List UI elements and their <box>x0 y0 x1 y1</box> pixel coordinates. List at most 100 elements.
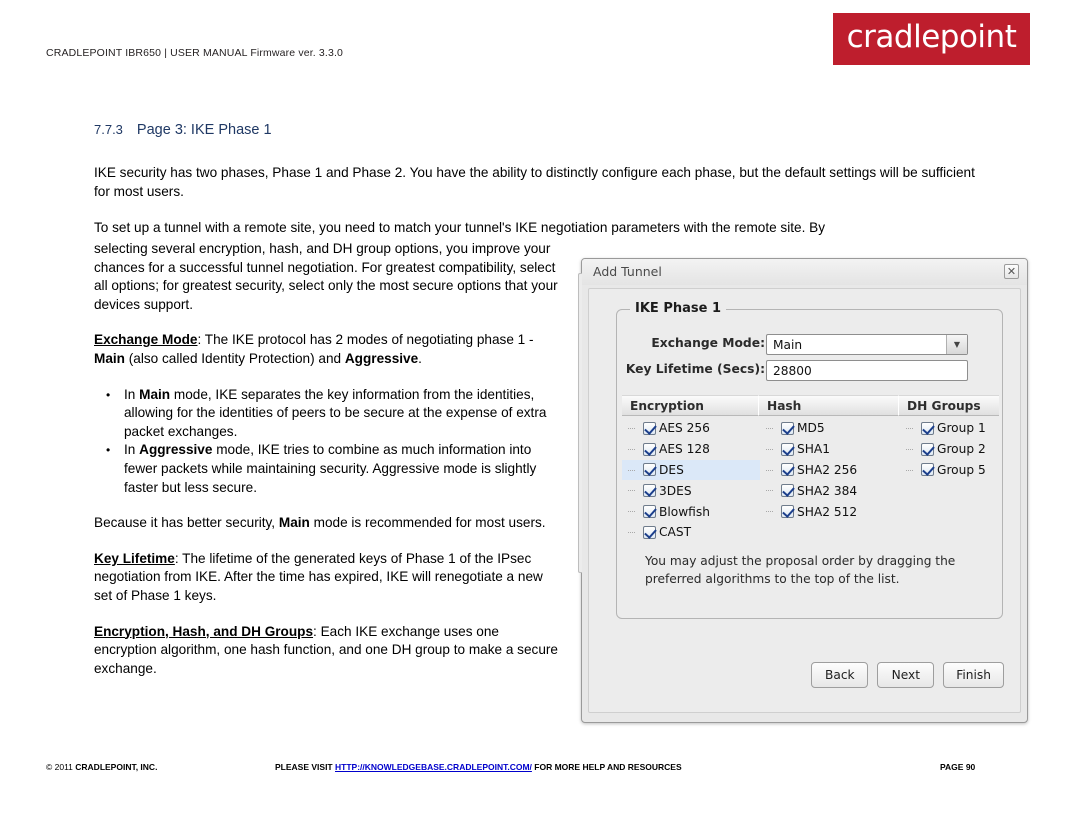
encryption-paragraph: Encryption, Hash, and DH Groups: Each IK… <box>94 623 564 679</box>
copyright-symbol: © 2011 <box>46 762 76 772</box>
column-header-dh-groups[interactable]: DH Groups <box>899 395 999 416</box>
option-row[interactable]: Group 5 <box>900 460 999 481</box>
column-header-encryption[interactable]: Encryption <box>622 395 759 416</box>
checkbox-icon[interactable] <box>781 421 794 435</box>
list-item: In Aggressive mode, IKE tries to combine… <box>106 441 564 497</box>
dialog-title: Add Tunnel <box>593 264 662 279</box>
option-row[interactable]: SHA2 256 <box>760 460 900 481</box>
checkbox-icon[interactable] <box>643 442 656 456</box>
exchange-mode-aggressive: Aggressive <box>344 350 419 366</box>
tree-connector-icon <box>628 469 635 471</box>
ike-phase-1-fieldset: IKE Phase 1 Exchange Mode: Main ▼ Key Li… <box>616 301 1003 619</box>
tree-connector-icon <box>628 511 635 513</box>
checkbox-icon[interactable] <box>781 463 794 477</box>
checkbox-icon[interactable] <box>643 421 656 435</box>
key-lifetime-term: Key Lifetime <box>94 550 175 566</box>
exchange-mode-row: Exchange Mode: Main ▼ <box>617 334 984 355</box>
page-header: CRADLEPOINT IBR650 | USER MANUAL Firmwar… <box>0 0 1080 90</box>
dialog-titlebar[interactable]: Add Tunnel ✕ <box>582 259 1027 285</box>
checkbox-icon[interactable] <box>643 525 656 539</box>
p4-b: Main <box>278 515 310 531</box>
option-label: 3DES <box>659 483 692 498</box>
dialog-body: IKE Phase 1 Exchange Mode: Main ▼ Key Li… <box>588 288 1021 713</box>
tree-connector-icon <box>906 428 913 429</box>
exchange-mode-main: Main <box>94 350 125 366</box>
option-row[interactable]: AES 256 <box>622 418 760 439</box>
key-lifetime-label: Key Lifetime (Secs): <box>625 362 765 376</box>
next-button[interactable]: Next <box>877 662 935 688</box>
exchange-mode-select[interactable]: Main ▼ <box>766 334 968 355</box>
exchange-mode-text-a: : The IKE protocol has 2 modes of negoti… <box>197 332 534 348</box>
p4-c: mode is recommended for most users. <box>309 515 546 531</box>
encryption-term: Encryption, Hash, and DH Groups <box>94 623 314 639</box>
bullet2-a: In <box>124 442 140 458</box>
tree-connector-icon <box>628 531 635 533</box>
paragraph-3: selecting several encryption, hash, and … <box>94 241 558 312</box>
checkbox-icon[interactable] <box>921 442 934 456</box>
exchange-mode-text-c: . <box>418 350 422 366</box>
copyright-text: © 2011 CRADLEPOINT, INC. <box>46 762 157 772</box>
bullet1-a: In <box>124 386 140 402</box>
option-row[interactable]: AES 128 <box>622 439 760 460</box>
encryption-option-list: AES 256 AES 128 DES 3DES Blowfish CAST <box>622 418 760 543</box>
close-icon[interactable]: ✕ <box>1004 264 1019 279</box>
checkbox-icon[interactable] <box>781 442 794 456</box>
checkbox-icon[interactable] <box>643 505 656 519</box>
chevron-down-icon[interactable]: ▼ <box>946 335 967 354</box>
bullet1-c: mode, IKE separates the key information … <box>124 386 547 439</box>
visit-prefix: PLEASE VISIT <box>275 762 335 772</box>
copyright-owner: CRADLEPOINT, INC. <box>75 762 158 772</box>
option-row[interactable]: SHA2 384 <box>760 480 900 501</box>
visit-suffix: FOR MORE HELP AND RESOURCES <box>531 762 682 772</box>
knowledgebase-link[interactable]: HTTP://KNOWLEDGEBASE.CRADLEPOINT.COM/ <box>335 762 532 772</box>
p4-a: Because it has better security, <box>94 515 279 531</box>
tree-connector-icon <box>628 428 635 429</box>
tree-connector-icon <box>628 448 635 450</box>
checkbox-icon[interactable] <box>921 463 934 477</box>
tree-connector-icon <box>906 448 913 450</box>
option-row[interactable]: DES <box>622 459 760 481</box>
checkbox-icon[interactable] <box>781 505 794 519</box>
exchange-mode-text-b: (also called Identity Protection) and <box>124 350 345 366</box>
option-label: Group 1 <box>937 421 986 436</box>
background-window-edge <box>578 273 582 573</box>
proposal-table: Encryption Hash DH Groups AES 256 AES 128… <box>622 395 999 539</box>
option-row[interactable]: 3DES <box>622 480 760 501</box>
list-item: In Main mode, IKE separates the key info… <box>106 386 564 442</box>
option-label: Blowfish <box>659 504 710 519</box>
option-row[interactable]: MD5 <box>760 418 900 439</box>
option-row[interactable]: CAST <box>622 522 760 543</box>
fieldset-legend: IKE Phase 1 <box>630 301 726 316</box>
back-button[interactable]: Back <box>811 662 869 688</box>
checkbox-icon[interactable] <box>781 484 794 498</box>
paragraph-4: Because it has better security, Main mod… <box>94 514 564 533</box>
key-lifetime-input[interactable] <box>766 360 968 381</box>
page-title: 7.7.3 Page 3: IKE Phase 1 <box>94 122 272 138</box>
option-row[interactable]: SHA1 <box>760 439 900 460</box>
option-row[interactable]: SHA2 512 <box>760 501 900 522</box>
column-header-hash[interactable]: Hash <box>759 395 899 416</box>
option-label: AES 256 <box>659 421 710 436</box>
option-row[interactable]: Blowfish <box>622 501 760 522</box>
checkbox-icon[interactable] <box>643 463 656 477</box>
page-footer: © 2011 CRADLEPOINT, INC. PLEASE VISIT HT… <box>0 762 1080 782</box>
intro-paragraph-1: IKE security has two phases, Phase 1 and… <box>94 165 975 199</box>
tree-connector-icon <box>766 448 773 450</box>
page-number: PAGE 90 <box>940 762 976 772</box>
option-row[interactable]: Group 2 <box>900 439 999 460</box>
exchange-mode-value: Main <box>773 337 803 352</box>
manual-header-text: CRADLEPOINT IBR650 | USER MANUAL Firmwar… <box>46 47 344 59</box>
intro-paragraph-2: To set up a tunnel with a remote site, y… <box>94 220 826 235</box>
exchange-mode-paragraph: Exchange Mode: The IKE protocol has 2 mo… <box>94 331 564 368</box>
mode-bullet-list: In Main mode, IKE separates the key info… <box>94 386 564 498</box>
option-label: CAST <box>659 525 692 540</box>
checkbox-icon[interactable] <box>643 484 656 498</box>
option-label: SHA1 <box>797 442 830 457</box>
option-label: SHA2 384 <box>797 483 858 498</box>
option-row[interactable]: Group 1 <box>900 418 999 439</box>
tree-connector-icon <box>766 511 773 513</box>
finish-button[interactable]: Finish <box>943 662 1004 688</box>
tree-connector-icon <box>906 469 913 471</box>
option-label: SHA2 256 <box>797 462 858 477</box>
checkbox-icon[interactable] <box>921 421 934 435</box>
